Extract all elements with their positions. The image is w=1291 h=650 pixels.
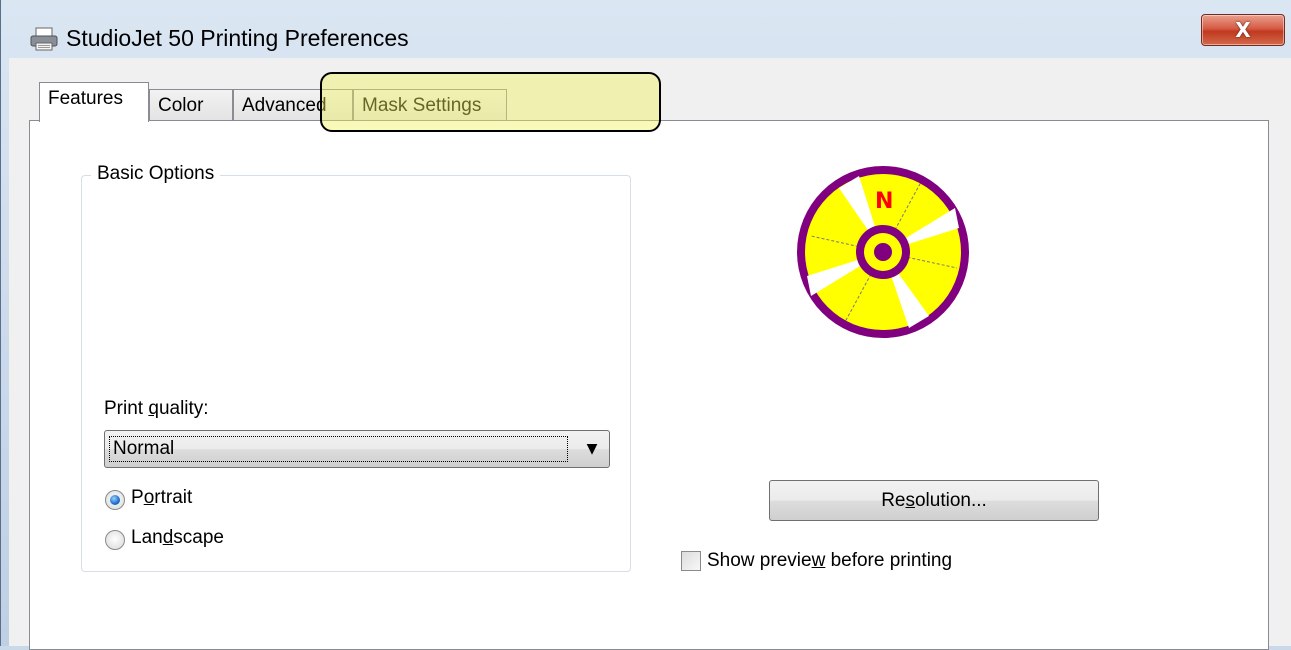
- close-button[interactable]: X: [1201, 14, 1285, 46]
- landscape-label-post: scape: [173, 527, 224, 548]
- mask-settings-highlight: [320, 72, 661, 132]
- disc-preview-icon: N: [797, 166, 969, 338]
- portrait-label-pre: P: [131, 487, 144, 508]
- resolution-button-label-post: olution...: [914, 489, 987, 511]
- tab-features-front-label: Features: [48, 88, 123, 109]
- resolution-button-label-pre: Re: [881, 489, 906, 511]
- print-quality-value: Normal: [109, 436, 568, 462]
- print-quality-label-post: uality:: [158, 398, 209, 419]
- title-bar[interactable]: StudioJet 50 Printing Preferences X: [1, 0, 1291, 58]
- show-preview-accelerator: w: [811, 550, 826, 571]
- print-quality-label: Print quality:: [104, 398, 209, 420]
- show-preview-label-post: before printing: [825, 550, 953, 571]
- print-quality-label-pre: Print: [104, 398, 149, 419]
- dialog-window: StudioJet 50 Printing Preferences X Feat…: [0, 0, 1291, 650]
- basic-options-group: [81, 175, 631, 572]
- print-quality-label-accelerator: q: [148, 398, 159, 419]
- print-quality-select[interactable]: Normal ▼: [104, 430, 610, 468]
- portrait-radio[interactable]: [105, 490, 125, 510]
- dropdown-arrow-icon[interactable]: ▼: [575, 431, 609, 467]
- printer-icon: [30, 27, 58, 51]
- landscape-radio[interactable]: [105, 530, 125, 550]
- portrait-label-post: rtrait: [154, 487, 193, 508]
- show-preview-label[interactable]: Show preview before printing: [707, 550, 952, 572]
- show-preview-checkbox[interactable]: [681, 551, 701, 571]
- tab-features-front[interactable]: Features: [39, 82, 149, 122]
- tab-color-label: Color: [158, 95, 204, 116]
- tab-color[interactable]: Color: [149, 89, 233, 121]
- resolution-button[interactable]: Re s olution...: [769, 480, 1099, 521]
- resolution-button-accelerator: s: [905, 489, 915, 511]
- close-icon: X: [1235, 18, 1251, 42]
- tab-advanced-label: Advanced: [242, 95, 327, 116]
- landscape-label-accelerator: d: [162, 527, 174, 548]
- portrait-label[interactable]: Portrait: [131, 487, 192, 509]
- show-preview-label-pre: Show previe: [707, 550, 812, 571]
- basic-options-title: Basic Options: [91, 163, 221, 185]
- portrait-label-accelerator: o: [143, 487, 155, 508]
- landscape-label[interactable]: Landscape: [131, 527, 224, 549]
- window-title: StudioJet 50 Printing Preferences: [66, 25, 409, 51]
- north-marker: N: [875, 189, 893, 214]
- landscape-label-pre: Lan: [131, 527, 163, 548]
